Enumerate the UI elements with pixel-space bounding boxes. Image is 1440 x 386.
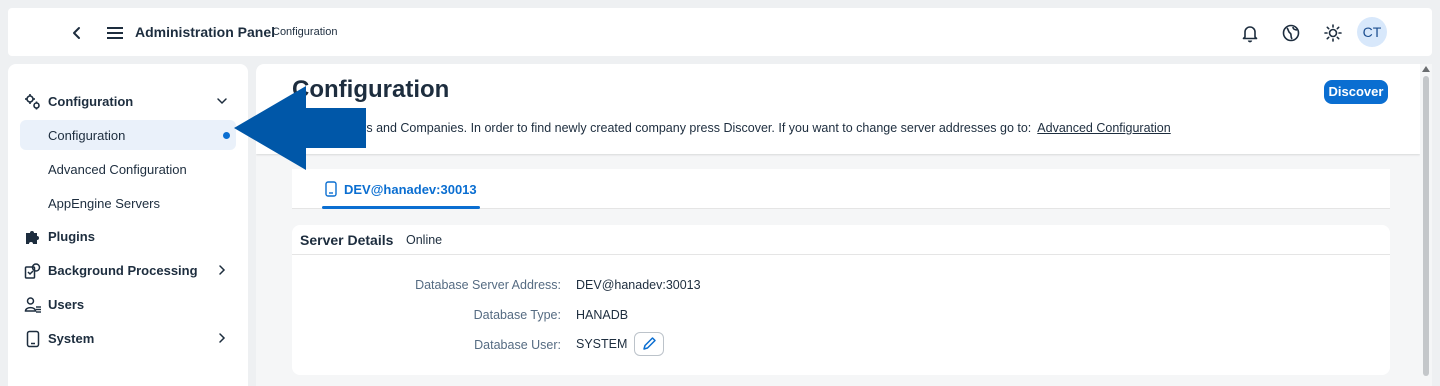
- server-status: Online: [406, 233, 443, 247]
- chevron-down-icon[interactable]: [216, 94, 228, 106]
- tab-server[interactable]: DEV@hanadev:30013: [322, 169, 480, 209]
- back-icon[interactable]: [66, 22, 88, 44]
- globe-icon[interactable]: [1280, 22, 1302, 44]
- app-subtitle: Configuration: [272, 26, 338, 38]
- sidebar-item-label: Configuration: [48, 93, 134, 109]
- bell-icon[interactable]: [1239, 22, 1261, 44]
- users-icon: [24, 296, 42, 314]
- process-icon: [24, 262, 42, 280]
- shell-bar: Administration Panel Configuration CT: [8, 8, 1432, 56]
- sidebar-item-plugins[interactable]: Plugins: [20, 221, 236, 251]
- pencil-icon: [635, 337, 663, 359]
- field-label: Database User:: [474, 338, 561, 352]
- server-details-title: Server Details: [300, 232, 394, 248]
- sidebar-subitem-configuration[interactable]: Configuration: [20, 120, 236, 150]
- chevron-right-icon[interactable]: [216, 263, 228, 275]
- vertical-scrollbar[interactable]: [1420, 64, 1432, 386]
- server-details-panel: Server Details Online Database Server Ad…: [292, 225, 1390, 375]
- page-title: Configuration: [292, 76, 450, 103]
- chevron-right-icon[interactable]: [216, 331, 228, 343]
- puzzle-icon: [24, 228, 42, 246]
- sidebar-subitem-label: Configuration: [48, 128, 126, 143]
- scroll-up-arrow[interactable]: [1422, 66, 1430, 72]
- page-header: Configuration Discover abase Servers and…: [256, 64, 1420, 154]
- description-text: abase Servers and Companies. In order to…: [292, 121, 1032, 135]
- app-title: Administration Panel: [135, 24, 276, 40]
- phone-icon: [324, 181, 338, 197]
- sidebar-subitem-label: AppEngine Servers: [48, 196, 161, 211]
- selected-indicator: [223, 132, 230, 139]
- sidebar-item-configuration[interactable]: Configuration: [20, 86, 236, 116]
- field-value: HANADB: [576, 308, 629, 322]
- field-value: DEV@hanadev:30013: [576, 278, 701, 292]
- page-description: abase Servers and Companies. In order to…: [292, 121, 1171, 135]
- sun-icon[interactable]: [1322, 22, 1344, 44]
- user-avatar[interactable]: CT: [1357, 17, 1387, 47]
- sidebar-item-background-processing[interactable]: Background Processing: [20, 255, 236, 285]
- sidebar-item-users[interactable]: Users: [20, 289, 236, 319]
- sidebar-subitem-label: Advanced Configuration: [48, 162, 187, 177]
- sidebar-item-label: Background Processing: [48, 262, 198, 278]
- tab-bar: DEV@hanadev:30013: [292, 169, 1390, 209]
- sidebar-item-label: System: [48, 330, 95, 346]
- phone-icon: [24, 330, 42, 348]
- sidebar-subitem-appengine-servers[interactable]: AppEngine Servers: [20, 188, 236, 218]
- main-content: Configuration Discover abase Servers and…: [256, 64, 1432, 386]
- scroll-thumb[interactable]: [1423, 76, 1429, 376]
- sidebar-subitem-advanced-configuration[interactable]: Advanced Configuration: [20, 154, 236, 184]
- tab-underline: [322, 206, 480, 209]
- side-navigation: Configuration Configuration Advanced Con…: [8, 64, 248, 386]
- field-label: Database Type:: [473, 308, 561, 322]
- tab-label: DEV@hanadev:30013: [344, 182, 477, 197]
- sidebar-item-system[interactable]: System: [20, 323, 236, 353]
- sidebar-item-label: Plugins: [48, 228, 95, 244]
- server-details-header: Server Details Online: [292, 225, 1390, 255]
- field-value: SYSTEM: [576, 337, 628, 351]
- advanced-configuration-link[interactable]: Advanced Configuration: [1037, 121, 1170, 135]
- gears-icon: [24, 93, 42, 111]
- hamburger-menu-icon[interactable]: [104, 22, 126, 44]
- edit-user-button[interactable]: [634, 332, 664, 356]
- sidebar-item-label: Users: [48, 296, 85, 312]
- discover-button[interactable]: Discover: [1324, 80, 1388, 104]
- field-label: Database Server Address:: [415, 278, 561, 292]
